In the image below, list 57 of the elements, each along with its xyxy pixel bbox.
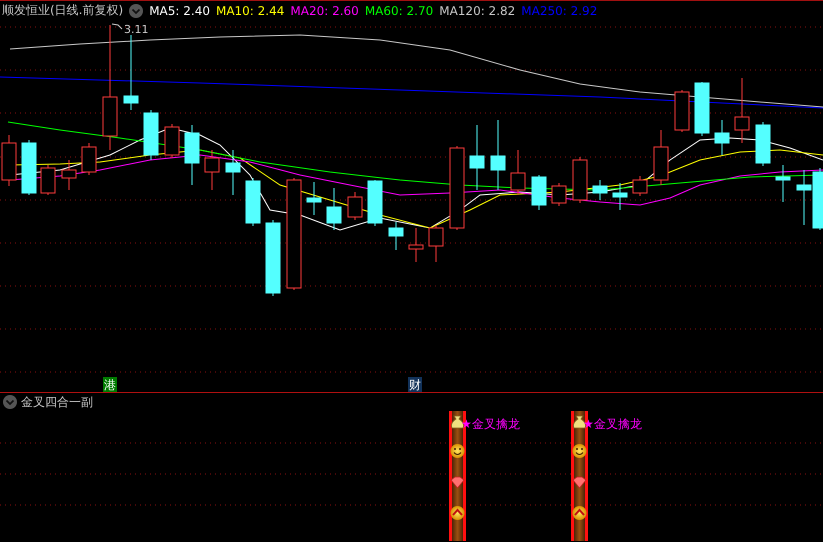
candlestick — [40, 164, 56, 196]
money-bag-icon — [451, 416, 464, 428]
candlestick — [714, 120, 730, 156]
candlestick — [348, 192, 362, 220]
indicator-value: MA120: 2.82 — [439, 4, 516, 18]
candlestick — [408, 228, 424, 262]
candlestick — [368, 180, 382, 226]
smiley-icon — [572, 444, 586, 458]
indicator-title: 金叉四合一副 — [21, 394, 93, 410]
candlestick — [654, 130, 668, 186]
up-chevron-icon — [450, 506, 464, 520]
event-marker-badge[interactable]: 财 — [408, 377, 422, 392]
candlestick — [552, 182, 566, 206]
candlestick — [246, 178, 260, 226]
candlestick — [388, 222, 404, 250]
candlestick — [510, 150, 526, 196]
candlestick — [796, 170, 812, 226]
candlestick — [144, 110, 158, 160]
candlestick — [490, 120, 506, 190]
candlestick — [612, 182, 628, 210]
indicator-value: MA250: 2.92 — [521, 4, 598, 18]
candlestick — [674, 90, 690, 132]
candlestick — [632, 176, 648, 196]
gem-icon — [572, 476, 587, 489]
chart-title: 顺发恒业(日线.前复权) — [2, 2, 124, 19]
candlestick — [306, 182, 322, 216]
smiley-icon — [450, 444, 464, 458]
gem-icon — [450, 476, 465, 489]
candlestick — [184, 124, 200, 186]
indicator-value: MA10: 2.44 — [216, 4, 284, 18]
candlestick — [532, 174, 546, 210]
candlestick — [572, 156, 588, 204]
candlestick — [592, 180, 608, 200]
indicator-value: MA20: 2.60 — [290, 4, 359, 18]
candlestick — [82, 142, 96, 176]
candlestick — [776, 164, 790, 202]
candlestick — [226, 150, 240, 196]
candlestick — [734, 78, 750, 144]
candlestick — [812, 168, 823, 230]
event-marker-badge[interactable]: 港 — [103, 377, 117, 392]
leader-line — [112, 24, 122, 30]
money-bag-icon — [573, 416, 586, 428]
candlestick — [164, 124, 180, 158]
candlestick — [428, 224, 444, 262]
candlestick — [204, 150, 220, 190]
candlestick — [756, 122, 770, 166]
dropdown-icon[interactable] — [129, 4, 144, 18]
candlestick — [62, 160, 76, 190]
indicator-value: MA60: 2.70 — [364, 4, 434, 18]
dropdown-icon[interactable] — [3, 395, 17, 409]
up-chevron-icon — [572, 506, 586, 520]
indicator-value: MA5: 2.40 — [149, 4, 210, 18]
candlestick — [694, 82, 710, 136]
candlestick — [22, 140, 36, 196]
candlestick — [326, 188, 342, 230]
peak-price-label: 3.11 — [124, 23, 148, 36]
candlestick — [470, 124, 484, 190]
